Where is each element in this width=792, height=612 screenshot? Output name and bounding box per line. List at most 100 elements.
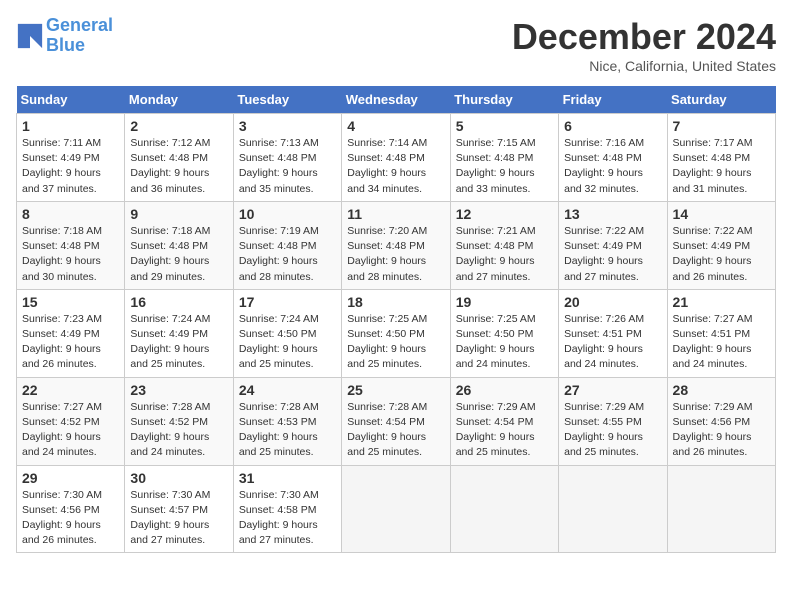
table-row: 3 Sunrise: 7:13 AM Sunset: 4:48 PM Dayli…	[233, 114, 341, 202]
table-row: 16 Sunrise: 7:24 AM Sunset: 4:49 PM Dayl…	[125, 289, 233, 377]
day-info: Sunrise: 7:25 AM Sunset: 4:50 PM Dayligh…	[347, 313, 427, 371]
day-number: 5	[456, 118, 553, 134]
table-row: 27 Sunrise: 7:29 AM Sunset: 4:55 PM Dayl…	[559, 377, 667, 465]
day-number: 1	[22, 118, 119, 134]
day-number: 13	[564, 206, 661, 222]
table-row: 18 Sunrise: 7:25 AM Sunset: 4:50 PM Dayl…	[342, 289, 450, 377]
table-row: 21 Sunrise: 7:27 AM Sunset: 4:51 PM Dayl…	[667, 289, 775, 377]
table-row: 23 Sunrise: 7:28 AM Sunset: 4:52 PM Dayl…	[125, 377, 233, 465]
day-info: Sunrise: 7:18 AM Sunset: 4:48 PM Dayligh…	[130, 225, 210, 283]
day-info: Sunrise: 7:28 AM Sunset: 4:53 PM Dayligh…	[239, 401, 319, 459]
day-number: 21	[673, 294, 770, 310]
table-row	[450, 465, 558, 553]
day-number: 7	[673, 118, 770, 134]
day-info: Sunrise: 7:18 AM Sunset: 4:48 PM Dayligh…	[22, 225, 102, 283]
table-row	[342, 465, 450, 553]
table-row: 13 Sunrise: 7:22 AM Sunset: 4:49 PM Dayl…	[559, 201, 667, 289]
title-section: December 2024 Nice, California, United S…	[512, 16, 776, 74]
day-number: 16	[130, 294, 227, 310]
day-info: Sunrise: 7:21 AM Sunset: 4:48 PM Dayligh…	[456, 225, 536, 283]
day-info: Sunrise: 7:13 AM Sunset: 4:48 PM Dayligh…	[239, 137, 319, 195]
header-wednesday: Wednesday	[342, 86, 450, 114]
day-info: Sunrise: 7:25 AM Sunset: 4:50 PM Dayligh…	[456, 313, 536, 371]
day-number: 2	[130, 118, 227, 134]
day-number: 6	[564, 118, 661, 134]
table-row: 2 Sunrise: 7:12 AM Sunset: 4:48 PM Dayli…	[125, 114, 233, 202]
table-row: 17 Sunrise: 7:24 AM Sunset: 4:50 PM Dayl…	[233, 289, 341, 377]
day-info: Sunrise: 7:24 AM Sunset: 4:50 PM Dayligh…	[239, 313, 319, 371]
day-info: Sunrise: 7:14 AM Sunset: 4:48 PM Dayligh…	[347, 137, 427, 195]
day-info: Sunrise: 7:17 AM Sunset: 4:48 PM Dayligh…	[673, 137, 753, 195]
day-number: 14	[673, 206, 770, 222]
header-monday: Monday	[125, 86, 233, 114]
calendar-week-row: 15 Sunrise: 7:23 AM Sunset: 4:49 PM Dayl…	[17, 289, 776, 377]
day-number: 8	[22, 206, 119, 222]
day-number: 19	[456, 294, 553, 310]
day-number: 26	[456, 382, 553, 398]
logo-icon	[16, 22, 44, 50]
day-info: Sunrise: 7:27 AM Sunset: 4:51 PM Dayligh…	[673, 313, 753, 371]
day-number: 9	[130, 206, 227, 222]
day-info: Sunrise: 7:22 AM Sunset: 4:49 PM Dayligh…	[564, 225, 644, 283]
calendar-table: Sunday Monday Tuesday Wednesday Thursday…	[16, 86, 776, 553]
day-number: 24	[239, 382, 336, 398]
table-row: 7 Sunrise: 7:17 AM Sunset: 4:48 PM Dayli…	[667, 114, 775, 202]
day-number: 17	[239, 294, 336, 310]
table-row	[667, 465, 775, 553]
calendar-title: December 2024	[512, 16, 776, 58]
header-tuesday: Tuesday	[233, 86, 341, 114]
day-info: Sunrise: 7:16 AM Sunset: 4:48 PM Dayligh…	[564, 137, 644, 195]
day-info: Sunrise: 7:29 AM Sunset: 4:54 PM Dayligh…	[456, 401, 536, 459]
table-row: 30 Sunrise: 7:30 AM Sunset: 4:57 PM Dayl…	[125, 465, 233, 553]
table-row: 6 Sunrise: 7:16 AM Sunset: 4:48 PM Dayli…	[559, 114, 667, 202]
day-number: 28	[673, 382, 770, 398]
table-row: 31 Sunrise: 7:30 AM Sunset: 4:58 PM Dayl…	[233, 465, 341, 553]
day-number: 18	[347, 294, 444, 310]
day-info: Sunrise: 7:23 AM Sunset: 4:49 PM Dayligh…	[22, 313, 102, 371]
day-info: Sunrise: 7:28 AM Sunset: 4:52 PM Dayligh…	[130, 401, 210, 459]
page-header: General Blue December 2024 Nice, Califor…	[16, 16, 776, 74]
day-number: 10	[239, 206, 336, 222]
calendar-subtitle: Nice, California, United States	[512, 58, 776, 74]
calendar-week-row: 29 Sunrise: 7:30 AM Sunset: 4:56 PM Dayl…	[17, 465, 776, 553]
day-info: Sunrise: 7:28 AM Sunset: 4:54 PM Dayligh…	[347, 401, 427, 459]
day-number: 30	[130, 470, 227, 486]
header-thursday: Thursday	[450, 86, 558, 114]
calendar-week-row: 22 Sunrise: 7:27 AM Sunset: 4:52 PM Dayl…	[17, 377, 776, 465]
table-row: 25 Sunrise: 7:28 AM Sunset: 4:54 PM Dayl…	[342, 377, 450, 465]
day-number: 3	[239, 118, 336, 134]
table-row: 8 Sunrise: 7:18 AM Sunset: 4:48 PM Dayli…	[17, 201, 125, 289]
table-row: 4 Sunrise: 7:14 AM Sunset: 4:48 PM Dayli…	[342, 114, 450, 202]
day-info: Sunrise: 7:27 AM Sunset: 4:52 PM Dayligh…	[22, 401, 102, 459]
table-row: 20 Sunrise: 7:26 AM Sunset: 4:51 PM Dayl…	[559, 289, 667, 377]
header-friday: Friday	[559, 86, 667, 114]
day-info: Sunrise: 7:24 AM Sunset: 4:49 PM Dayligh…	[130, 313, 210, 371]
day-info: Sunrise: 7:30 AM Sunset: 4:58 PM Dayligh…	[239, 489, 319, 547]
table-row: 24 Sunrise: 7:28 AM Sunset: 4:53 PM Dayl…	[233, 377, 341, 465]
day-number: 22	[22, 382, 119, 398]
day-info: Sunrise: 7:19 AM Sunset: 4:48 PM Dayligh…	[239, 225, 319, 283]
calendar-week-row: 8 Sunrise: 7:18 AM Sunset: 4:48 PM Dayli…	[17, 201, 776, 289]
day-info: Sunrise: 7:29 AM Sunset: 4:56 PM Dayligh…	[673, 401, 753, 459]
logo-text: General Blue	[46, 16, 113, 56]
day-number: 4	[347, 118, 444, 134]
day-info: Sunrise: 7:15 AM Sunset: 4:48 PM Dayligh…	[456, 137, 536, 195]
day-number: 23	[130, 382, 227, 398]
table-row: 1 Sunrise: 7:11 AM Sunset: 4:49 PM Dayli…	[17, 114, 125, 202]
day-number: 12	[456, 206, 553, 222]
weekday-header-row: Sunday Monday Tuesday Wednesday Thursday…	[17, 86, 776, 114]
header-saturday: Saturday	[667, 86, 775, 114]
table-row: 14 Sunrise: 7:22 AM Sunset: 4:49 PM Dayl…	[667, 201, 775, 289]
day-number: 15	[22, 294, 119, 310]
day-info: Sunrise: 7:30 AM Sunset: 4:56 PM Dayligh…	[22, 489, 102, 547]
day-number: 20	[564, 294, 661, 310]
day-info: Sunrise: 7:30 AM Sunset: 4:57 PM Dayligh…	[130, 489, 210, 547]
table-row: 12 Sunrise: 7:21 AM Sunset: 4:48 PM Dayl…	[450, 201, 558, 289]
table-row: 15 Sunrise: 7:23 AM Sunset: 4:49 PM Dayl…	[17, 289, 125, 377]
day-info: Sunrise: 7:29 AM Sunset: 4:55 PM Dayligh…	[564, 401, 644, 459]
day-number: 29	[22, 470, 119, 486]
table-row: 9 Sunrise: 7:18 AM Sunset: 4:48 PM Dayli…	[125, 201, 233, 289]
day-info: Sunrise: 7:12 AM Sunset: 4:48 PM Dayligh…	[130, 137, 210, 195]
table-row: 28 Sunrise: 7:29 AM Sunset: 4:56 PM Dayl…	[667, 377, 775, 465]
day-info: Sunrise: 7:22 AM Sunset: 4:49 PM Dayligh…	[673, 225, 753, 283]
